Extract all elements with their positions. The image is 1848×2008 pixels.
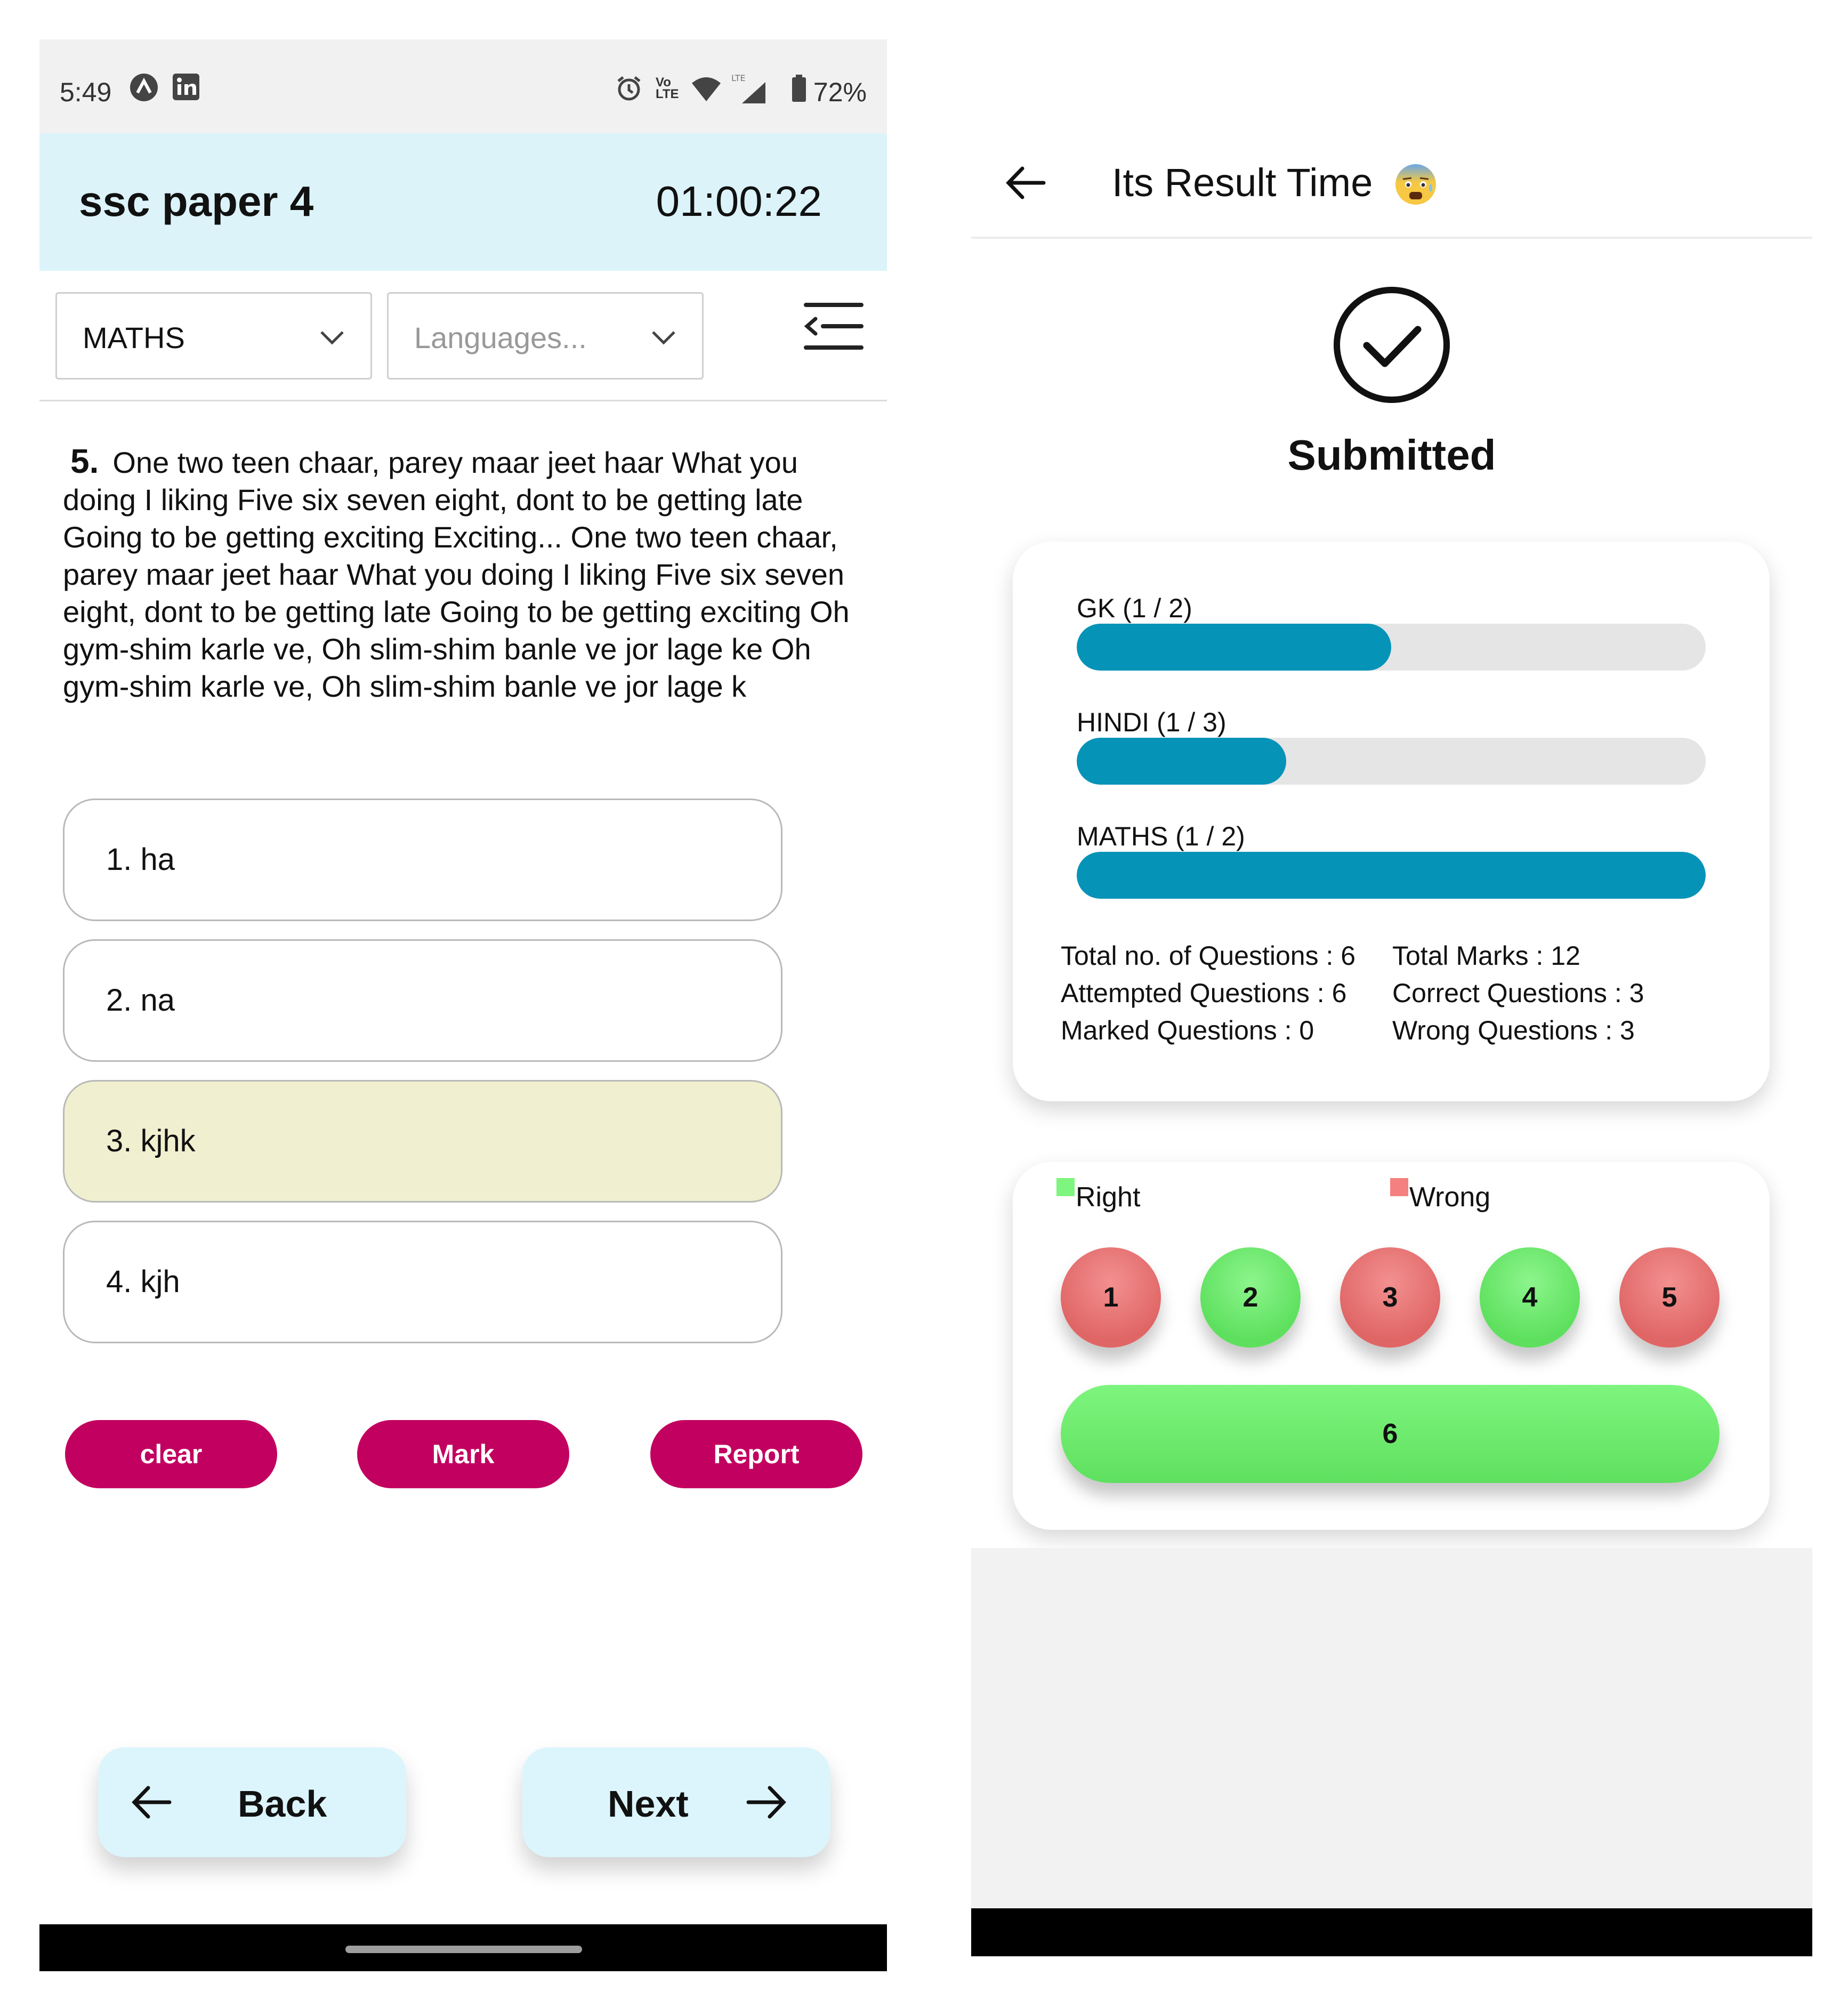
question-number: 5. xyxy=(70,442,99,480)
app-notification-icon xyxy=(129,72,159,109)
next-label: Next xyxy=(608,1783,689,1825)
stat-wrong: Wrong Questions : 3 xyxy=(1392,1015,1635,1045)
progress-bar-maths xyxy=(1077,852,1706,899)
question-result-2[interactable]: 2 xyxy=(1200,1247,1301,1348)
paper-title: ssc paper 4 xyxy=(79,178,314,225)
section-label-hindi: HINDI (1 / 3) xyxy=(1077,707,1226,737)
question-text: One two teen chaar, parey maar jeet haar… xyxy=(63,446,850,703)
check-circle-icon xyxy=(1334,287,1450,403)
signal-icon: LTE xyxy=(731,72,769,112)
question-result-5[interactable]: 5 xyxy=(1619,1247,1720,1348)
question-text-block: 5. One two teen chaar, parey maar jeet ha… xyxy=(63,442,862,705)
mark-button[interactable]: Mark xyxy=(357,1420,569,1488)
legend-right-label: Right xyxy=(1076,1182,1141,1213)
next-button[interactable]: Next xyxy=(522,1747,830,1857)
stat-correct: Correct Questions : 3 xyxy=(1392,978,1644,1008)
option-4[interactable]: 4. kjh xyxy=(63,1221,782,1343)
svg-text:LTE: LTE xyxy=(731,73,746,83)
question-result-6[interactable]: 6 xyxy=(1061,1385,1720,1483)
progress-fill-hindi xyxy=(1077,738,1286,785)
chevron-down-icon xyxy=(652,331,675,345)
section-label-gk: GK (1 / 2) xyxy=(1077,593,1192,623)
legend-right-swatch xyxy=(1056,1178,1075,1196)
subject-dropdown-value: MATHS xyxy=(83,321,185,354)
stat-marked: Marked Questions : 0 xyxy=(1061,1015,1314,1045)
subject-dropdown[interactable]: MATHS xyxy=(55,292,372,380)
option-label: 1. ha xyxy=(106,842,175,877)
quiz-screen: 5:49 Vo LTE LTE 72% ssc paper 4 01:00:22 … xyxy=(39,39,887,1970)
back-label: Back xyxy=(238,1783,327,1825)
empty-area xyxy=(971,1548,1812,1908)
arrow-left-icon xyxy=(132,1786,172,1819)
progress-bar-gk xyxy=(1077,624,1706,671)
system-nav-bar xyxy=(971,1908,1812,1956)
question-result-1[interactable]: 1 xyxy=(1061,1247,1161,1348)
question-result-3[interactable]: 3 xyxy=(1340,1247,1440,1348)
language-dropdown-placeholder: Languages... xyxy=(414,321,587,354)
home-indicator[interactable] xyxy=(345,1946,582,1953)
quiz-header: ssc paper 4 01:00:22 xyxy=(39,133,887,271)
score-summary-card: GK (1 / 2) HINDI (1 / 3) MATHS (1 / 2) T… xyxy=(1013,542,1770,1101)
chevron-down-icon xyxy=(320,331,344,345)
anxious-face-emoji-icon xyxy=(1395,164,1436,205)
countdown-timer: 01:00:22 xyxy=(656,178,822,225)
divider xyxy=(39,400,887,401)
option-1[interactable]: 1. ha xyxy=(63,799,782,921)
back-arrow-icon[interactable] xyxy=(1004,164,1047,201)
volte-icon: Vo LTE xyxy=(656,75,679,101)
clear-button[interactable]: clear xyxy=(65,1420,277,1488)
option-label: 4. kjh xyxy=(106,1264,180,1299)
battery-icon xyxy=(791,75,807,109)
report-button[interactable]: Report xyxy=(650,1420,862,1488)
status-bar: 5:49 Vo LTE LTE 72% xyxy=(39,39,887,133)
wifi-icon xyxy=(691,76,722,109)
stat-total-marks: Total Marks : 12 xyxy=(1392,941,1580,971)
linkedin-icon xyxy=(172,72,200,108)
back-button[interactable]: Back xyxy=(98,1747,406,1857)
question-list-menu-icon[interactable] xyxy=(804,300,864,353)
result-screen: Its Result Time Submitted GK (1 / 2) HIN… xyxy=(971,104,1812,1959)
legend-wrong-label: Wrong xyxy=(1409,1182,1491,1213)
question-result-4[interactable]: 4 xyxy=(1480,1247,1580,1348)
language-dropdown[interactable]: Languages... xyxy=(387,292,704,380)
option-3-selected[interactable]: 3. kjhk xyxy=(63,1080,782,1203)
progress-fill-maths xyxy=(1077,852,1706,899)
stat-attempted: Attempted Questions : 6 xyxy=(1061,978,1347,1008)
status-time: 5:49 xyxy=(60,77,112,107)
battery-percent: 72% xyxy=(813,77,867,107)
header-divider xyxy=(971,237,1812,239)
option-2[interactable]: 2. na xyxy=(63,939,782,1062)
result-title: Its Result Time xyxy=(1112,160,1373,205)
option-label: 3. kjhk xyxy=(106,1124,196,1158)
progress-bar-hindi xyxy=(1077,738,1706,785)
stat-total-questions: Total no. of Questions : 6 xyxy=(1061,941,1356,971)
question-results-card: Right Wrong 1 2 3 4 5 6 xyxy=(1013,1162,1770,1530)
option-label: 2. na xyxy=(106,983,175,1018)
progress-fill-gk xyxy=(1077,624,1391,671)
alarm-icon xyxy=(615,75,643,109)
submitted-label: Submitted xyxy=(1287,431,1496,479)
section-label-maths: MATHS (1 / 2) xyxy=(1077,821,1245,851)
legend-wrong-swatch xyxy=(1390,1178,1408,1196)
arrow-right-icon xyxy=(746,1786,786,1819)
